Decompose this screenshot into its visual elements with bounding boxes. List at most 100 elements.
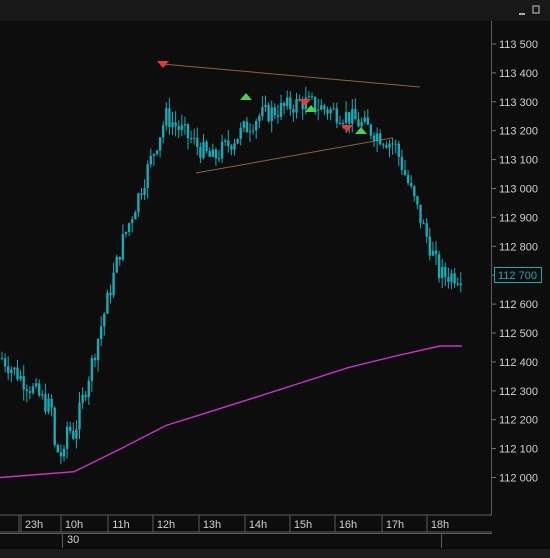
candle-body bbox=[7, 366, 10, 374]
candle-body bbox=[87, 380, 90, 398]
x-tick-label: 18h bbox=[431, 519, 449, 531]
last-price-label: 112 700 bbox=[494, 267, 542, 283]
y-tick-label: 112 900 bbox=[499, 212, 538, 224]
candle-body bbox=[127, 223, 131, 232]
candle-body bbox=[78, 402, 81, 430]
candle-body bbox=[335, 108, 338, 123]
candle-body bbox=[177, 126, 180, 130]
candle-body bbox=[137, 193, 140, 213]
candle-body bbox=[214, 149, 218, 159]
price-chart[interactable]: 113 500 113 400 113 300 113 200 113 100 113 0… bbox=[0, 0, 550, 558]
candle-body bbox=[227, 140, 230, 146]
candle-body bbox=[459, 283, 462, 286]
y-tick-label: 112 300 bbox=[499, 386, 538, 398]
candle-body bbox=[90, 357, 94, 381]
candle-body bbox=[193, 137, 196, 139]
candle-body bbox=[425, 223, 428, 237]
candle-body bbox=[394, 143, 397, 145]
candle-body bbox=[437, 254, 441, 279]
buy-arrow-icon[interactable] bbox=[240, 93, 252, 100]
y-tick-label: 113 200 bbox=[499, 126, 538, 138]
candle-body bbox=[16, 367, 19, 380]
candle-body bbox=[258, 115, 261, 122]
candle-body bbox=[50, 398, 53, 408]
candle-body bbox=[233, 143, 236, 150]
candle-body bbox=[348, 112, 351, 124]
chart-bottom-strip bbox=[0, 549, 550, 558]
candle-body bbox=[326, 109, 329, 114]
candle-body bbox=[286, 97, 289, 107]
candle-body bbox=[236, 138, 239, 144]
candle-body bbox=[267, 104, 270, 122]
candle-body bbox=[100, 326, 103, 340]
sell-arrow-icon[interactable] bbox=[299, 99, 311, 106]
candle-body bbox=[224, 140, 227, 142]
candle-body bbox=[323, 105, 326, 110]
candle-body bbox=[75, 429, 78, 439]
candle-body bbox=[34, 383, 38, 387]
candle-body bbox=[186, 124, 190, 139]
candle-body bbox=[419, 204, 422, 224]
candle-body bbox=[375, 133, 379, 142]
candle-body bbox=[434, 250, 438, 255]
candle-body bbox=[385, 145, 388, 148]
x-tick-label: 11h bbox=[112, 519, 130, 531]
candle-body bbox=[354, 108, 357, 120]
candle-body bbox=[103, 313, 106, 327]
candle-body bbox=[317, 109, 320, 111]
candle-body bbox=[276, 115, 280, 117]
y-tick-label: 113 100 bbox=[499, 155, 538, 167]
candle-body bbox=[292, 109, 295, 113]
candle-body bbox=[295, 98, 298, 113]
candle-body bbox=[115, 256, 118, 273]
candle-body bbox=[422, 223, 425, 225]
candle-body bbox=[109, 292, 112, 296]
x-tick-label: 10h bbox=[65, 519, 83, 531]
candle-body bbox=[124, 231, 128, 235]
x-tick-label: 17h bbox=[386, 519, 404, 531]
candle-body bbox=[183, 124, 187, 126]
candle-body bbox=[13, 367, 16, 370]
candle-body bbox=[366, 117, 369, 125]
candle-body bbox=[220, 141, 224, 159]
buy-arrow-icon[interactable] bbox=[355, 127, 367, 134]
candle-body bbox=[106, 292, 109, 314]
x-tick-label: 16h bbox=[339, 519, 357, 531]
trendline[interactable] bbox=[161, 63, 421, 88]
candle-body bbox=[270, 107, 273, 122]
candle-body bbox=[397, 143, 400, 157]
candle-body bbox=[72, 431, 75, 439]
candle-body bbox=[410, 183, 413, 187]
y-tick-label: 112 800 bbox=[499, 241, 538, 253]
moving-average-line bbox=[0, 345, 462, 479]
candle-body bbox=[245, 121, 249, 133]
candle-body bbox=[140, 193, 143, 195]
candle-body bbox=[406, 174, 410, 184]
candle-body bbox=[388, 143, 391, 148]
candle-body bbox=[369, 124, 373, 136]
candle-body bbox=[320, 105, 323, 110]
candle-body bbox=[341, 122, 345, 124]
candle-body bbox=[313, 96, 317, 111]
x-tick-label: 13h bbox=[203, 519, 221, 531]
candle-body bbox=[453, 273, 456, 284]
y-tick-label: 113 300 bbox=[499, 97, 538, 109]
candle-body bbox=[372, 135, 376, 142]
candle-body bbox=[205, 141, 208, 151]
candle-body bbox=[391, 143, 394, 145]
candle-body bbox=[217, 158, 221, 160]
candle-body bbox=[171, 122, 174, 128]
candle-body bbox=[84, 394, 87, 398]
candle-body bbox=[416, 196, 419, 205]
date-axis-label: 30 bbox=[62, 533, 442, 548]
y-tick-label: 112 500 bbox=[499, 328, 538, 340]
candle-body bbox=[273, 107, 276, 116]
candle-body bbox=[168, 108, 171, 128]
candle-body bbox=[282, 102, 286, 107]
y-tick-label: 112 100 bbox=[499, 444, 538, 456]
candle-body bbox=[44, 394, 47, 412]
candle-body bbox=[279, 102, 283, 117]
y-tick-label: 113 500 bbox=[499, 39, 538, 51]
candle-body bbox=[25, 389, 28, 392]
candle-body bbox=[189, 138, 193, 140]
